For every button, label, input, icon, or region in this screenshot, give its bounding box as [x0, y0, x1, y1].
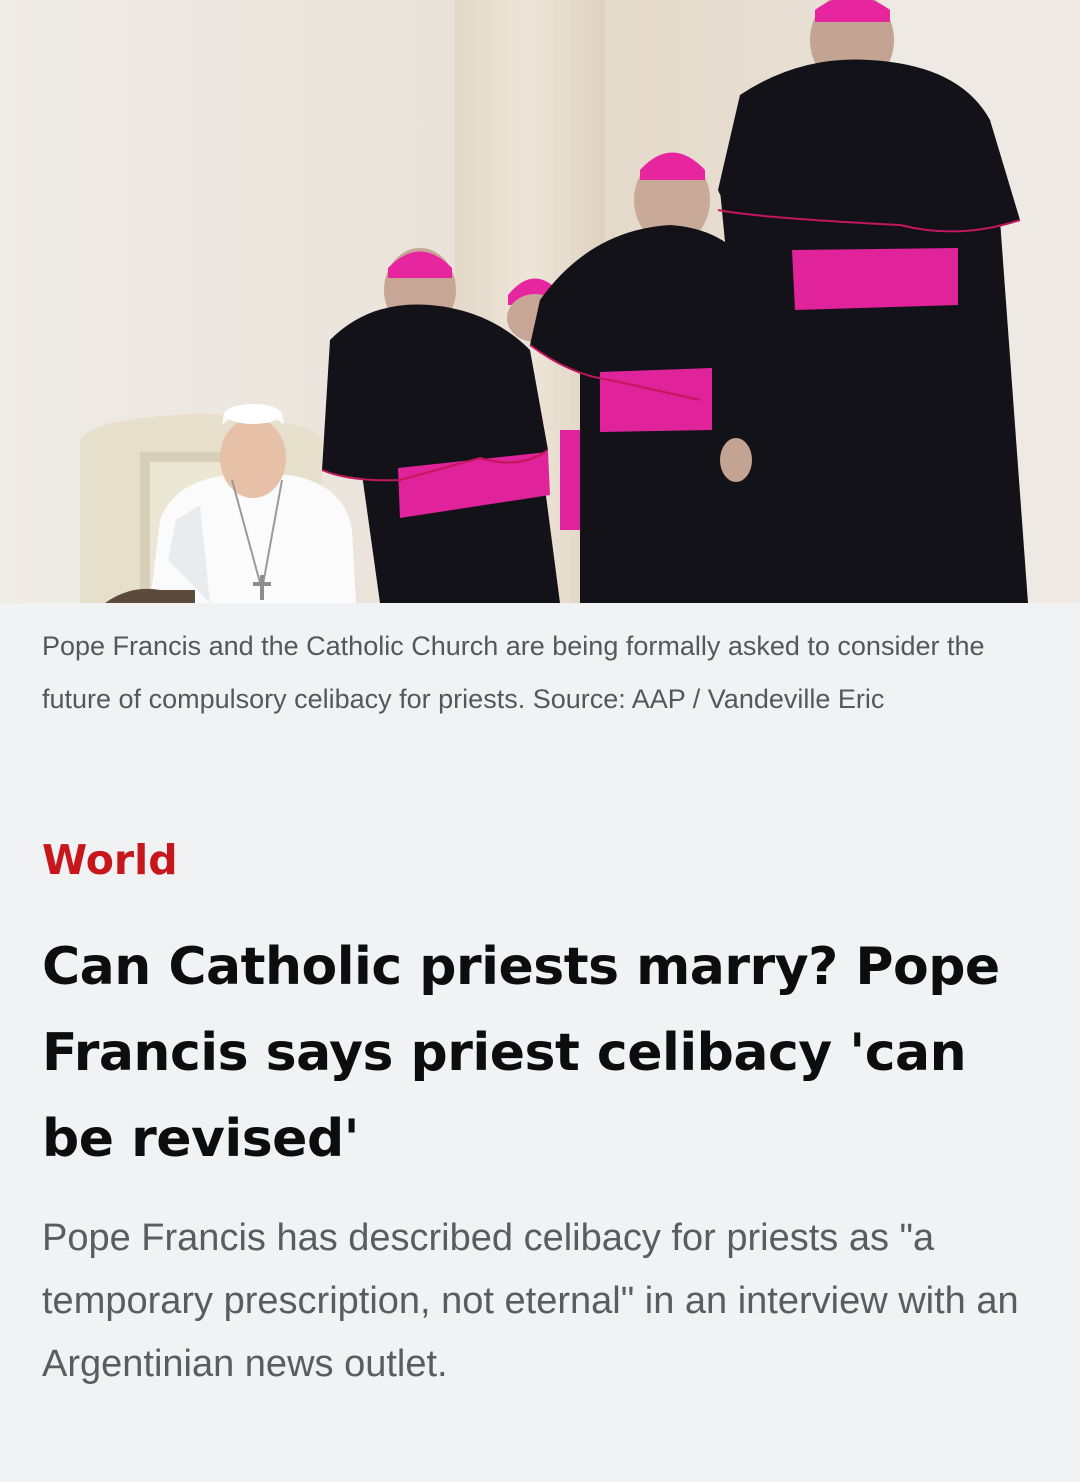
article-hero-image[interactable] [0, 0, 1080, 603]
category-label[interactable]: World [42, 836, 178, 884]
image-caption: Pope Francis and the Catholic Church are… [42, 631, 985, 714]
article-headline: Can Catholic priests marry? Pope Francis… [42, 937, 1000, 1169]
article-summary: Pope Francis has described celibacy for … [42, 1217, 1019, 1385]
pope-with-bishops-photo [0, 0, 1080, 603]
